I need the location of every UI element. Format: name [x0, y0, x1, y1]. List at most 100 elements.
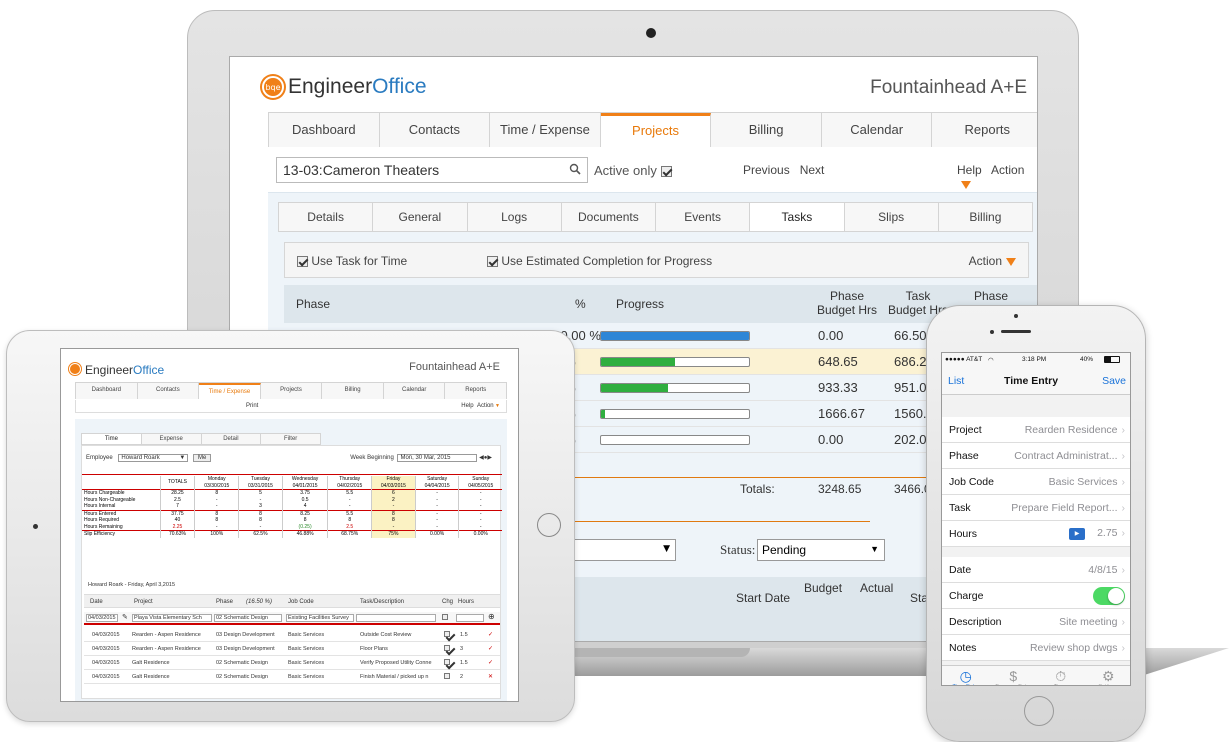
active-only-checkbox[interactable]	[660, 166, 672, 178]
estimated-completion-option[interactable]: Use Estimated Completion for Progress	[487, 254, 712, 268]
grid-cell[interactable]: 8	[194, 510, 239, 517]
phone-field-description[interactable]: Description Site meeting ›	[942, 609, 1130, 635]
tablet-nav-time-expense[interactable]: Time / Expense	[199, 383, 261, 399]
tab-general[interactable]: General	[373, 203, 468, 231]
action-menu[interactable]: Action	[991, 163, 1024, 177]
grid-cell[interactable]: 7	[159, 503, 195, 510]
entry-chg-checkbox[interactable]	[444, 673, 450, 679]
search-icon[interactable]	[569, 162, 581, 178]
tab-details[interactable]: Details	[279, 203, 374, 231]
grid-cell[interactable]: -	[194, 503, 239, 510]
tab-tasks[interactable]: Tasks	[750, 203, 845, 231]
use-task-checkbox[interactable]	[297, 256, 308, 268]
nav-calendar[interactable]: Calendar	[822, 113, 933, 147]
time-entry-row[interactable]: 04/03/2015 Rearden - Aspen Residence 03 De…	[84, 628, 500, 642]
grid-cell[interactable]: -	[414, 510, 459, 517]
next-link[interactable]: Next	[800, 163, 825, 177]
nav-dashboard[interactable]: Dashboard	[269, 113, 380, 147]
tablet-help-link[interactable]: Help	[461, 403, 473, 409]
grid-cell[interactable]: -	[414, 489, 459, 497]
phone-field-task[interactable]: Task Prepare Field Report... ›	[942, 495, 1130, 521]
grid-cell[interactable]: 4	[281, 503, 328, 510]
entry-chg-checkbox[interactable]	[444, 659, 450, 665]
grid-cell[interactable]: 37.75	[159, 510, 195, 517]
active-only-toggle[interactable]: Active only	[594, 163, 672, 178]
entry-hours-input[interactable]	[456, 614, 484, 622]
tablet-app-logo[interactable]: EngineerOffice	[69, 359, 164, 378]
check-icon[interactable]: ✓	[488, 631, 493, 638]
grid-cell[interactable]: -	[371, 503, 416, 510]
previous-link[interactable]: Previous	[743, 163, 790, 177]
tablet-nav-contacts[interactable]: Contacts	[138, 383, 200, 399]
grid-cell[interactable]: 8.25	[281, 510, 328, 517]
time-entry-row[interactable]: 04/03/2015 Galt Residence 02 Schematic Des…	[84, 670, 500, 684]
close-icon[interactable]: ✕	[488, 673, 493, 680]
grid-cell[interactable]: 6	[371, 489, 416, 497]
status-select[interactable]: Pending ▼	[757, 539, 885, 561]
tablet-nav-calendar[interactable]: Calendar	[384, 383, 446, 399]
grid-cell[interactable]: 62.5%	[238, 530, 283, 538]
grid-cell[interactable]: 100%	[194, 530, 239, 538]
project-search[interactable]: 13-03:Cameron Theaters	[276, 157, 588, 183]
tablet-nav-dashboard[interactable]: Dashboard	[76, 383, 138, 399]
tab-logs[interactable]: Logs	[468, 203, 562, 231]
phone-tab-timer[interactable]: ⏱Timer	[1037, 668, 1085, 685]
time-entry-row[interactable]: 04/03/2015 Galt Residence 02 Schematic Des…	[84, 656, 500, 670]
entry-chg-checkbox[interactable]	[444, 631, 450, 637]
tab-billing[interactable]: Billing	[939, 203, 1032, 231]
add-entry-icon[interactable]: ⊕	[488, 612, 495, 621]
entry-chg-checkbox[interactable]	[444, 645, 450, 651]
save-button[interactable]: Save	[1102, 375, 1126, 387]
options-action-menu[interactable]: Action	[969, 254, 1016, 268]
estimated-completion-checkbox[interactable]	[487, 256, 498, 268]
grid-cell[interactable]: 5	[238, 489, 283, 497]
entry-date-input[interactable]: 04/03/2015	[86, 614, 118, 622]
filter-select[interactable]: ▼	[570, 539, 676, 561]
app-logo[interactable]: bqe EngineerOffice	[262, 75, 427, 99]
grid-cell[interactable]: 8	[194, 489, 239, 497]
phone-field-project[interactable]: Project Rearden Residence ›	[942, 417, 1130, 443]
grid-cell[interactable]: 70.63%	[159, 530, 195, 538]
tablet-subtab-detail[interactable]: Detail	[202, 434, 262, 444]
me-button[interactable]: Me	[193, 454, 212, 462]
check-icon[interactable]: ✓	[488, 659, 493, 666]
grid-cell[interactable]: 8	[238, 510, 283, 517]
check-icon[interactable]: ✓	[488, 645, 493, 652]
print-link[interactable]: Print	[246, 403, 258, 409]
pencil-icon[interactable]: ✎	[122, 613, 128, 621]
play-icon[interactable]: ▶	[1069, 527, 1086, 540]
nav-projects[interactable]: Projects	[600, 113, 712, 147]
tab-slips[interactable]: Slips	[845, 203, 939, 231]
tablet-nav-reports[interactable]: Reports	[445, 383, 506, 399]
grid-cell[interactable]: -	[458, 523, 502, 531]
grid-cell[interactable]: 75%	[371, 530, 416, 538]
grid-cell[interactable]: -	[238, 523, 283, 531]
charge-toggle[interactable]	[1093, 586, 1125, 605]
grid-cell[interactable]: 68.75%	[327, 530, 372, 538]
grid-cell[interactable]: (0.25)	[281, 523, 328, 531]
phone-tab-settings[interactable]: ⚙Settings	[1085, 668, 1131, 685]
tablet-action-menu[interactable]: Action	[477, 403, 494, 409]
phone-field-charge[interactable]: Charge	[942, 583, 1130, 609]
grid-cell[interactable]: 8	[371, 510, 416, 517]
week-input[interactable]: Mon, 30 Mar, 2015	[397, 454, 478, 462]
phone-home-button[interactable]	[1024, 696, 1054, 726]
grid-cell[interactable]: -	[458, 510, 502, 517]
tablet-nav-billing[interactable]: Billing	[322, 383, 384, 399]
use-task-for-time-option[interactable]: Use Task for Time	[297, 254, 407, 268]
tablet-subtab-expense[interactable]: Expense	[142, 434, 202, 444]
project-search-input[interactable]: 13-03:Cameron Theaters	[283, 162, 439, 178]
grid-cell[interactable]: -	[458, 489, 502, 497]
entry-project-input[interactable]: Playa Vista Elementary Sch	[132, 614, 212, 622]
grid-cell[interactable]: -	[458, 503, 502, 510]
entry-phase-input[interactable]: 02 Schematic Design	[214, 614, 282, 622]
grid-cell[interactable]: 5.5	[327, 489, 372, 497]
grid-cell[interactable]: -	[327, 503, 372, 510]
tab-events[interactable]: Events	[656, 203, 751, 231]
tablet-subtab-filter[interactable]: Filter	[261, 434, 320, 444]
phone-field-date[interactable]: Date 4/8/15 ›	[942, 557, 1130, 583]
phone-tab-expense-entry[interactable]: $Expense Entry	[990, 668, 1038, 685]
grid-cell[interactable]: 3.75	[281, 489, 328, 497]
tablet-home-button[interactable]	[537, 513, 561, 537]
nav-contacts[interactable]: Contacts	[380, 113, 491, 147]
